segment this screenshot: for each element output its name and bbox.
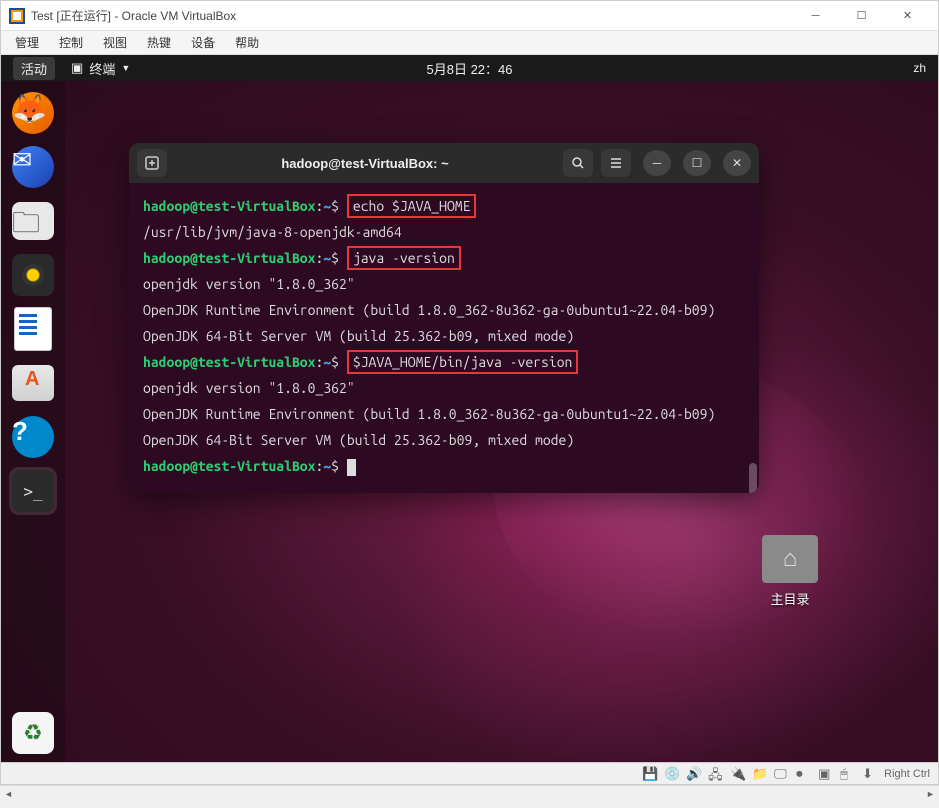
terminal-line: openjdk version "1.8.0_362" <box>143 375 745 401</box>
ubuntu-desktop[interactable]: 活动 ▣ 终端 ▼ 5月8日 22：46 zh 🦊 ✉ 🗀 ? >_ <box>1 55 938 762</box>
virtualbox-icon <box>9 8 25 24</box>
dock-trash[interactable] <box>9 706 57 754</box>
vb-maximize-button[interactable]: ☐ <box>839 2 884 30</box>
terminal-menu-button[interactable] <box>601 149 631 177</box>
terminal-maximize-button[interactable]: ☐ <box>683 150 711 176</box>
help-icon: ? <box>12 416 54 458</box>
vb-hdd-icon[interactable]: 💾 <box>642 766 658 782</box>
vb-menu-manage[interactable]: 管理 <box>7 32 47 53</box>
firefox-icon: 🦊 <box>12 92 54 134</box>
dock-rhythmbox[interactable] <box>9 251 57 299</box>
dock-thunderbird[interactable]: ✉ <box>9 143 57 191</box>
chevron-down-icon: ▼ <box>121 63 130 73</box>
home-folder-label: 主目录 <box>762 589 818 608</box>
host-horizontal-scrollbar[interactable]: ◄ ► <box>0 785 939 802</box>
vb-titlebar[interactable]: Test [正在运行] - Oracle VM VirtualBox ─ ☐ ✕ <box>1 1 938 31</box>
trash-icon <box>12 712 54 754</box>
dock-firefox[interactable]: 🦊 <box>9 89 57 137</box>
gnome-topbar: 活动 ▣ 终端 ▼ 5月8日 22：46 zh <box>1 55 938 81</box>
terminal-new-tab-button[interactable] <box>137 149 167 177</box>
scroll-right-button[interactable]: ► <box>922 787 939 802</box>
hamburger-icon <box>609 156 623 170</box>
vb-menu-hotkeys[interactable]: 热键 <box>139 32 179 53</box>
home-folder-icon: ⌂ <box>762 535 818 583</box>
vb-cpu-icon[interactable]: ▣ <box>818 766 834 782</box>
vb-optical-icon[interactable]: 💿 <box>664 766 680 782</box>
scroll-left-button[interactable]: ◄ <box>0 787 17 802</box>
desktop-home-folder[interactable]: ⌂ 主目录 <box>762 535 818 608</box>
vb-network-icon[interactable]: 🖧 <box>708 766 724 782</box>
terminal-line: OpenJDK 64-Bit Server VM (build 25.362-b… <box>143 427 745 453</box>
vb-window-controls: ─ ☐ ✕ <box>793 2 930 30</box>
vb-keyboard-icon[interactable]: ⬇ <box>862 766 878 782</box>
terminal-close-button[interactable]: ✕ <box>723 150 751 176</box>
dock-terminal[interactable]: >_ <box>9 467 57 515</box>
vb-menu-devices[interactable]: 设备 <box>183 32 223 53</box>
terminal-line: hadoop@test-VirtualBox:~$ java -version <box>143 245 745 271</box>
terminal-window[interactable]: hadoop@test-VirtualBox: ~ ─ ☐ ✕ hadoop@t… <box>129 143 759 493</box>
terminal-search-button[interactable] <box>563 149 593 177</box>
rhythmbox-icon <box>12 254 54 296</box>
terminal-body[interactable]: hadoop@test-VirtualBox:~$ echo $JAVA_HOM… <box>129 183 759 493</box>
topbar-lang-indicator[interactable]: zh <box>913 61 926 75</box>
topbar-datetime[interactable]: 5月8日 22：46 <box>427 59 513 78</box>
terminal-titlebar[interactable]: hadoop@test-VirtualBox: ~ ─ ☐ ✕ <box>129 143 759 183</box>
terminal-line: openjdk version "1.8.0_362" <box>143 271 745 297</box>
virtualbox-window: Test [正在运行] - Oracle VM VirtualBox ─ ☐ ✕… <box>0 0 939 785</box>
scroll-track[interactable] <box>17 787 922 802</box>
dock-files[interactable]: 🗀 <box>9 197 57 245</box>
terminal-minimize-button[interactable]: ─ <box>643 150 671 176</box>
dock-help[interactable]: ? <box>9 413 57 461</box>
terminal-line: OpenJDK Runtime Environment (build 1.8.0… <box>143 401 745 427</box>
vb-mouse-icon[interactable]: 🖱 <box>840 766 856 782</box>
terminal-scrollbar[interactable] <box>747 183 757 483</box>
vb-shared-folder-icon[interactable]: 📁 <box>752 766 768 782</box>
libreoffice-writer-icon <box>14 307 52 351</box>
terminal-line: OpenJDK Runtime Environment (build 1.8.0… <box>143 297 745 323</box>
vb-menu-view[interactable]: 视图 <box>95 32 135 53</box>
search-icon <box>571 156 585 170</box>
dock-libreoffice[interactable] <box>9 305 57 353</box>
vb-host-key-label[interactable]: Right Ctrl <box>884 768 930 780</box>
terminal-line: hadoop@test-VirtualBox:~$ $JAVA_HOME/bin… <box>143 349 745 375</box>
thunderbird-icon: ✉ <box>12 146 54 188</box>
vb-recording-icon[interactable]: ⏺ <box>796 766 812 782</box>
terminal-topbar-icon: ▣ <box>71 60 83 76</box>
vb-statusbar: 💾 💿 🔊 🖧 🔌 📁 🖵 ⏺ ▣ 🖱 ⬇ Right Ctrl <box>1 762 938 784</box>
topbar-app-indicator[interactable]: ▣ 终端 ▼ <box>71 59 130 78</box>
ubuntu-software-icon <box>12 365 54 401</box>
terminal-scroll-thumb[interactable] <box>749 463 757 493</box>
vb-menu-help[interactable]: 帮助 <box>227 32 267 53</box>
new-tab-icon <box>145 156 159 170</box>
vb-minimize-button[interactable]: ─ <box>793 2 838 30</box>
terminal-icon: >_ <box>12 470 54 512</box>
vb-usb-icon[interactable]: 🔌 <box>730 766 746 782</box>
vb-menu-control[interactable]: 控制 <box>51 32 91 53</box>
activities-button[interactable]: 活动 <box>13 57 55 80</box>
vb-menubar: 管理 控制 视图 热键 设备 帮助 <box>1 31 938 55</box>
terminal-line: /usr/lib/jvm/java-8-openjdk-amd64 <box>143 219 745 245</box>
vb-close-button[interactable]: ✕ <box>885 2 930 30</box>
vb-display-icon[interactable]: 🖵 <box>774 766 790 782</box>
vb-audio-icon[interactable]: 🔊 <box>686 766 702 782</box>
vb-title: Test [正在运行] - Oracle VM VirtualBox <box>31 7 793 24</box>
files-icon: 🗀 <box>12 202 54 240</box>
terminal-line: OpenJDK 64-Bit Server VM (build 25.362-b… <box>143 323 745 349</box>
topbar-app-label: 终端 <box>89 59 115 78</box>
terminal-line: hadoop@test-VirtualBox:~$ echo $JAVA_HOM… <box>143 193 745 219</box>
ubuntu-dock: 🦊 ✉ 🗀 ? >_ <box>1 81 65 762</box>
dock-software[interactable] <box>9 359 57 407</box>
terminal-title: hadoop@test-VirtualBox: ~ <box>175 156 555 171</box>
terminal-line: hadoop@test-VirtualBox:~$ <box>143 453 745 479</box>
